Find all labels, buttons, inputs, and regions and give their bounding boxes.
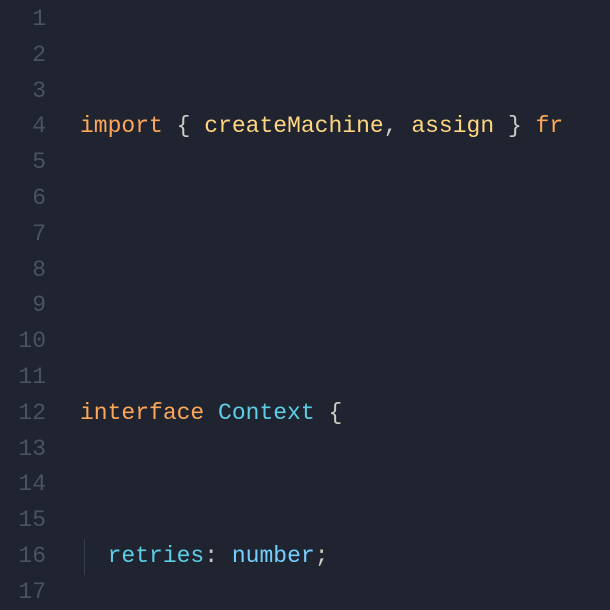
line-number: 17	[0, 575, 58, 610]
token-comma: ,	[384, 113, 398, 139]
line-number: 12	[0, 396, 58, 432]
token-brace: {	[177, 113, 191, 139]
line-number: 15	[0, 503, 58, 539]
line-number: 14	[0, 467, 58, 503]
token-colon: :	[204, 543, 218, 569]
token-semicolon: ;	[315, 543, 329, 569]
line-number-gutter: 1 2 3 4 5 6 7 8 9 10 11 12 13 14 15 16 1…	[0, 0, 58, 610]
line-number: 7	[0, 217, 58, 253]
line-number: 8	[0, 253, 58, 289]
token-type: Context	[218, 400, 315, 426]
token-property: retries	[108, 543, 205, 569]
token-keyword: interface	[80, 400, 204, 426]
code-area[interactable]: import { createMachine, assign } fr inte…	[58, 0, 563, 610]
line-number: 16	[0, 539, 58, 575]
code-line[interactable]: retries: number;	[80, 539, 563, 575]
line-number: 3	[0, 74, 58, 110]
token-identifier: createMachine	[204, 113, 383, 139]
line-number: 11	[0, 360, 58, 396]
code-line[interactable]	[80, 253, 563, 289]
token-keyword: import	[80, 113, 163, 139]
line-number: 13	[0, 432, 58, 468]
line-number: 1	[0, 2, 58, 38]
line-number: 2	[0, 38, 58, 74]
line-number: 6	[0, 181, 58, 217]
line-number: 9	[0, 288, 58, 324]
token-brace: {	[328, 400, 342, 426]
code-editor[interactable]: 1 2 3 4 5 6 7 8 9 10 11 12 13 14 15 16 1…	[0, 0, 610, 610]
line-number: 5	[0, 145, 58, 181]
token-type: number	[232, 543, 315, 569]
token-keyword: fr	[536, 113, 564, 139]
token-brace: }	[508, 113, 522, 139]
token-identifier: assign	[411, 113, 494, 139]
line-number: 4	[0, 109, 58, 145]
code-line[interactable]: import { createMachine, assign } fr	[80, 109, 563, 145]
code-line[interactable]: interface Context {	[80, 396, 563, 432]
line-number: 10	[0, 324, 58, 360]
